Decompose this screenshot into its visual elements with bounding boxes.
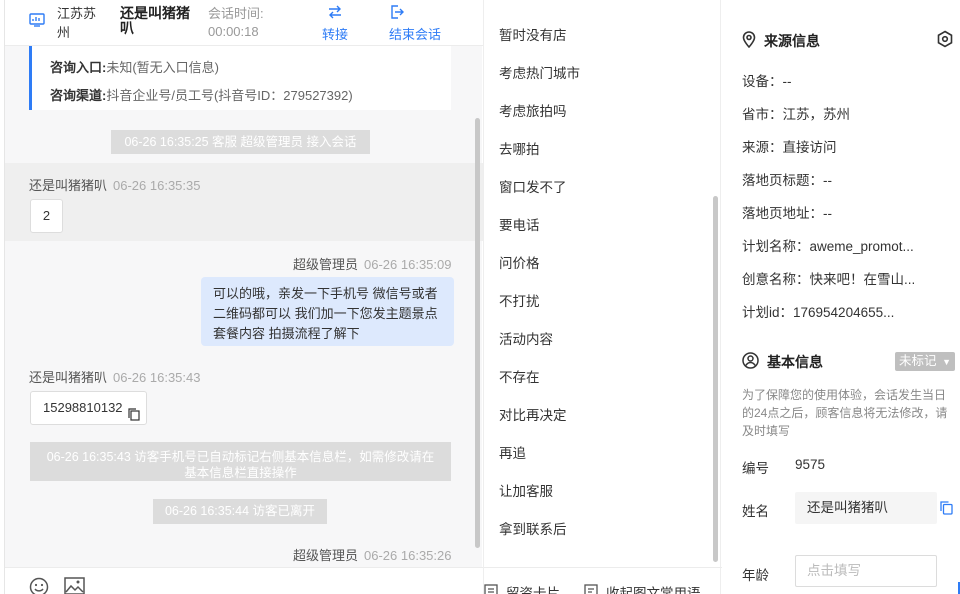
message-time: 06-26 16:35:09	[364, 257, 452, 272]
sender-name: 超级管理员	[293, 548, 359, 563]
session-time: 00:00:18	[208, 24, 259, 39]
source-plan-name: 计划名称：aweme_promot...	[742, 239, 914, 254]
consult-channel-row: 咨询渠道:抖音企业号/员工号(抖音号ID：279527392)	[50, 82, 451, 110]
message-sender: 超级管理员 06-26 16:35:26	[293, 545, 451, 564]
quick-reply-item[interactable]: 拿到联系后	[499, 518, 567, 538]
collapse-phrases-button[interactable]: 收起图文常用语	[584, 582, 701, 594]
location-pin-icon	[742, 31, 764, 51]
quick-reply-item[interactable]: 要电话	[499, 214, 540, 234]
age-input[interactable]: 点击填写	[795, 555, 937, 587]
lead-card-button[interactable]: 留资卡片	[484, 582, 560, 594]
visitor-location: 江苏苏州	[57, 6, 97, 40]
quick-reply-footer: 留资卡片 收起图文常用语	[484, 567, 722, 594]
phone-text: 15298810132	[43, 400, 123, 415]
monitor-icon	[29, 12, 45, 31]
image-icon[interactable]	[64, 577, 85, 594]
quick-reply-item[interactable]: 去哪拍	[499, 138, 540, 158]
message-time: 06-26 16:35:26	[364, 548, 452, 563]
id-value: 9575	[795, 457, 826, 472]
exit-icon	[389, 2, 441, 22]
system-message: 06-26 16:35:25 客服 超级管理员 接入会话	[111, 130, 370, 154]
quick-reply-scrollbar[interactable]	[713, 196, 718, 562]
message-sender: 还是叫猪猪叭 06-26 16:35:35	[29, 175, 200, 194]
transfer-button[interactable]: 转接	[322, 2, 348, 43]
chat-panel: 江苏苏州 还是叫猪猪叭 会话时间: 00:00:18 转接 结束会话 咨询入口:…	[4, 0, 483, 594]
visitor-name: 还是叫猪猪叭	[120, 5, 190, 36]
quick-reply-item[interactable]: 考虑热门城市	[499, 62, 580, 82]
id-label: 编号	[742, 461, 769, 476]
transfer-label: 转接	[322, 27, 349, 42]
quick-reply-item[interactable]: 不存在	[499, 366, 540, 386]
consult-entry-row: 咨询入口:未知(暂无入口信息)	[50, 54, 451, 82]
source-info-label: 来源信息	[764, 33, 820, 49]
source-province: 省市：江苏，苏州	[742, 107, 850, 122]
message-time: 06-26 16:35:35	[113, 178, 201, 193]
collapse-phrases-label: 收起图文常用语	[606, 586, 701, 594]
quick-reply-panel: 暂时没有店考虑热门城市 考虑旅拍吗去哪拍窗口发不了要电话问价格不打扰活动内容不存在…	[483, 0, 722, 594]
user-icon	[742, 352, 767, 372]
end-session-label: 结束会话	[389, 27, 442, 42]
consult-entry-value: 未知(暂无入口信息)	[106, 60, 220, 75]
source-landing-title: 落地页标题：--	[742, 173, 832, 188]
message-sender: 还是叫猪猪叭 06-26 16:35:43	[29, 367, 200, 386]
chat-header: 江苏苏州 还是叫猪猪叭 会话时间: 00:00:18 转接 结束会话	[5, 0, 483, 46]
source-origin: 来源：直接访问	[742, 140, 837, 155]
system-message: 06-26 16:35:43 访客手机号已自动标记右侧基本信息栏，如需修改请在基…	[30, 442, 451, 481]
visitor-message-bubble: 2	[30, 199, 63, 233]
quick-reply-item[interactable]: 对比再决定	[499, 404, 567, 424]
sender-name: 超级管理员	[293, 257, 359, 272]
system-message: 06-26 16:35:44 访客已离开	[153, 499, 327, 524]
mark-status-dropdown[interactable]: 未标记 ▼	[895, 352, 955, 371]
settings-icon[interactable]	[936, 30, 954, 51]
age-label: 年龄	[742, 568, 769, 583]
quick-reply-item[interactable]: 窗口发不了	[499, 176, 567, 196]
quick-reply-item[interactable]: 问价格	[499, 252, 540, 272]
name-label: 姓名	[742, 504, 769, 519]
consult-channel-value: 抖音企业号/员工号(抖音号ID：279527392)	[106, 88, 353, 103]
consult-channel-label: 咨询渠道:	[50, 88, 107, 103]
quick-reply-item[interactable]: 暂时没有店	[499, 24, 567, 44]
quick-reply-item[interactable]: 再追	[499, 442, 526, 462]
name-field[interactable]: 还是叫猪猪叭	[795, 492, 937, 524]
copy-icon[interactable]	[940, 501, 953, 518]
source-device: 设备：--	[742, 74, 792, 89]
quick-reply-item[interactable]: 活动内容	[499, 328, 553, 348]
chat-workspace: 江苏苏州 还是叫猪猪叭 会话时间: 00:00:18 转接 结束会话 咨询入口:…	[0, 0, 960, 594]
card-icon	[484, 583, 506, 594]
sender-name: 还是叫猪猪叭	[29, 370, 108, 385]
copy-icon[interactable]	[128, 401, 140, 433]
caret-down-icon: ▼	[942, 357, 951, 367]
end-session-button[interactable]: 结束会话	[389, 2, 441, 43]
sender-name: 还是叫猪猪叭	[29, 178, 108, 193]
source-landing-url: 落地页地址：--	[742, 206, 832, 221]
consult-info-card: 咨询入口:未知(暂无入口信息) 咨询渠道:抖音企业号/员工号(抖音号ID：279…	[29, 46, 451, 110]
agent-message-bubble: 可以的哦，亲发一下手机号 微信号或者二维码都可以 我们加一下您发主题景点套餐内容…	[201, 277, 454, 346]
quick-reply-item[interactable]: 让加客服	[499, 480, 553, 500]
basic-info-title: 基本信息	[742, 352, 823, 372]
emoji-icon[interactable]	[29, 577, 49, 594]
quick-reply-item[interactable]: 不打扰	[499, 290, 540, 310]
chat-scrollbar[interactable]	[475, 118, 480, 548]
consult-entry-label: 咨询入口:	[50, 60, 107, 75]
lead-card-label: 留资卡片	[506, 586, 560, 594]
message-sender: 超级管理员 06-26 16:35:09	[293, 254, 451, 273]
mark-status-value: 未标记	[899, 354, 937, 368]
basic-info-label: 基本信息	[767, 354, 823, 370]
source-info-title: 来源信息	[742, 31, 820, 51]
visitor-phone-bubble: 15298810132	[30, 391, 147, 425]
session-time-label: 会话时间:	[208, 6, 264, 21]
message-time: 06-26 16:35:43	[113, 370, 201, 385]
visitor-info-panel: 来源信息 设备：-- 省市：江苏，苏州 来源：直接访问 落地页标题：-- 落地页…	[722, 0, 960, 594]
quick-reply-item[interactable]: 考虑旅拍吗	[499, 100, 567, 120]
collapse-icon	[584, 583, 606, 594]
transfer-icon	[322, 2, 348, 22]
source-creative-name: 创意名称：快来吧！在雪山...	[742, 272, 916, 287]
source-plan-id: 计划id：176954204655...	[742, 305, 895, 320]
chat-toolbar	[5, 567, 483, 594]
edit-notice: 为了保障您的使用体验，会话发生当日的24点之后，顾客信息将无法修改，请及时填写	[742, 388, 948, 438]
